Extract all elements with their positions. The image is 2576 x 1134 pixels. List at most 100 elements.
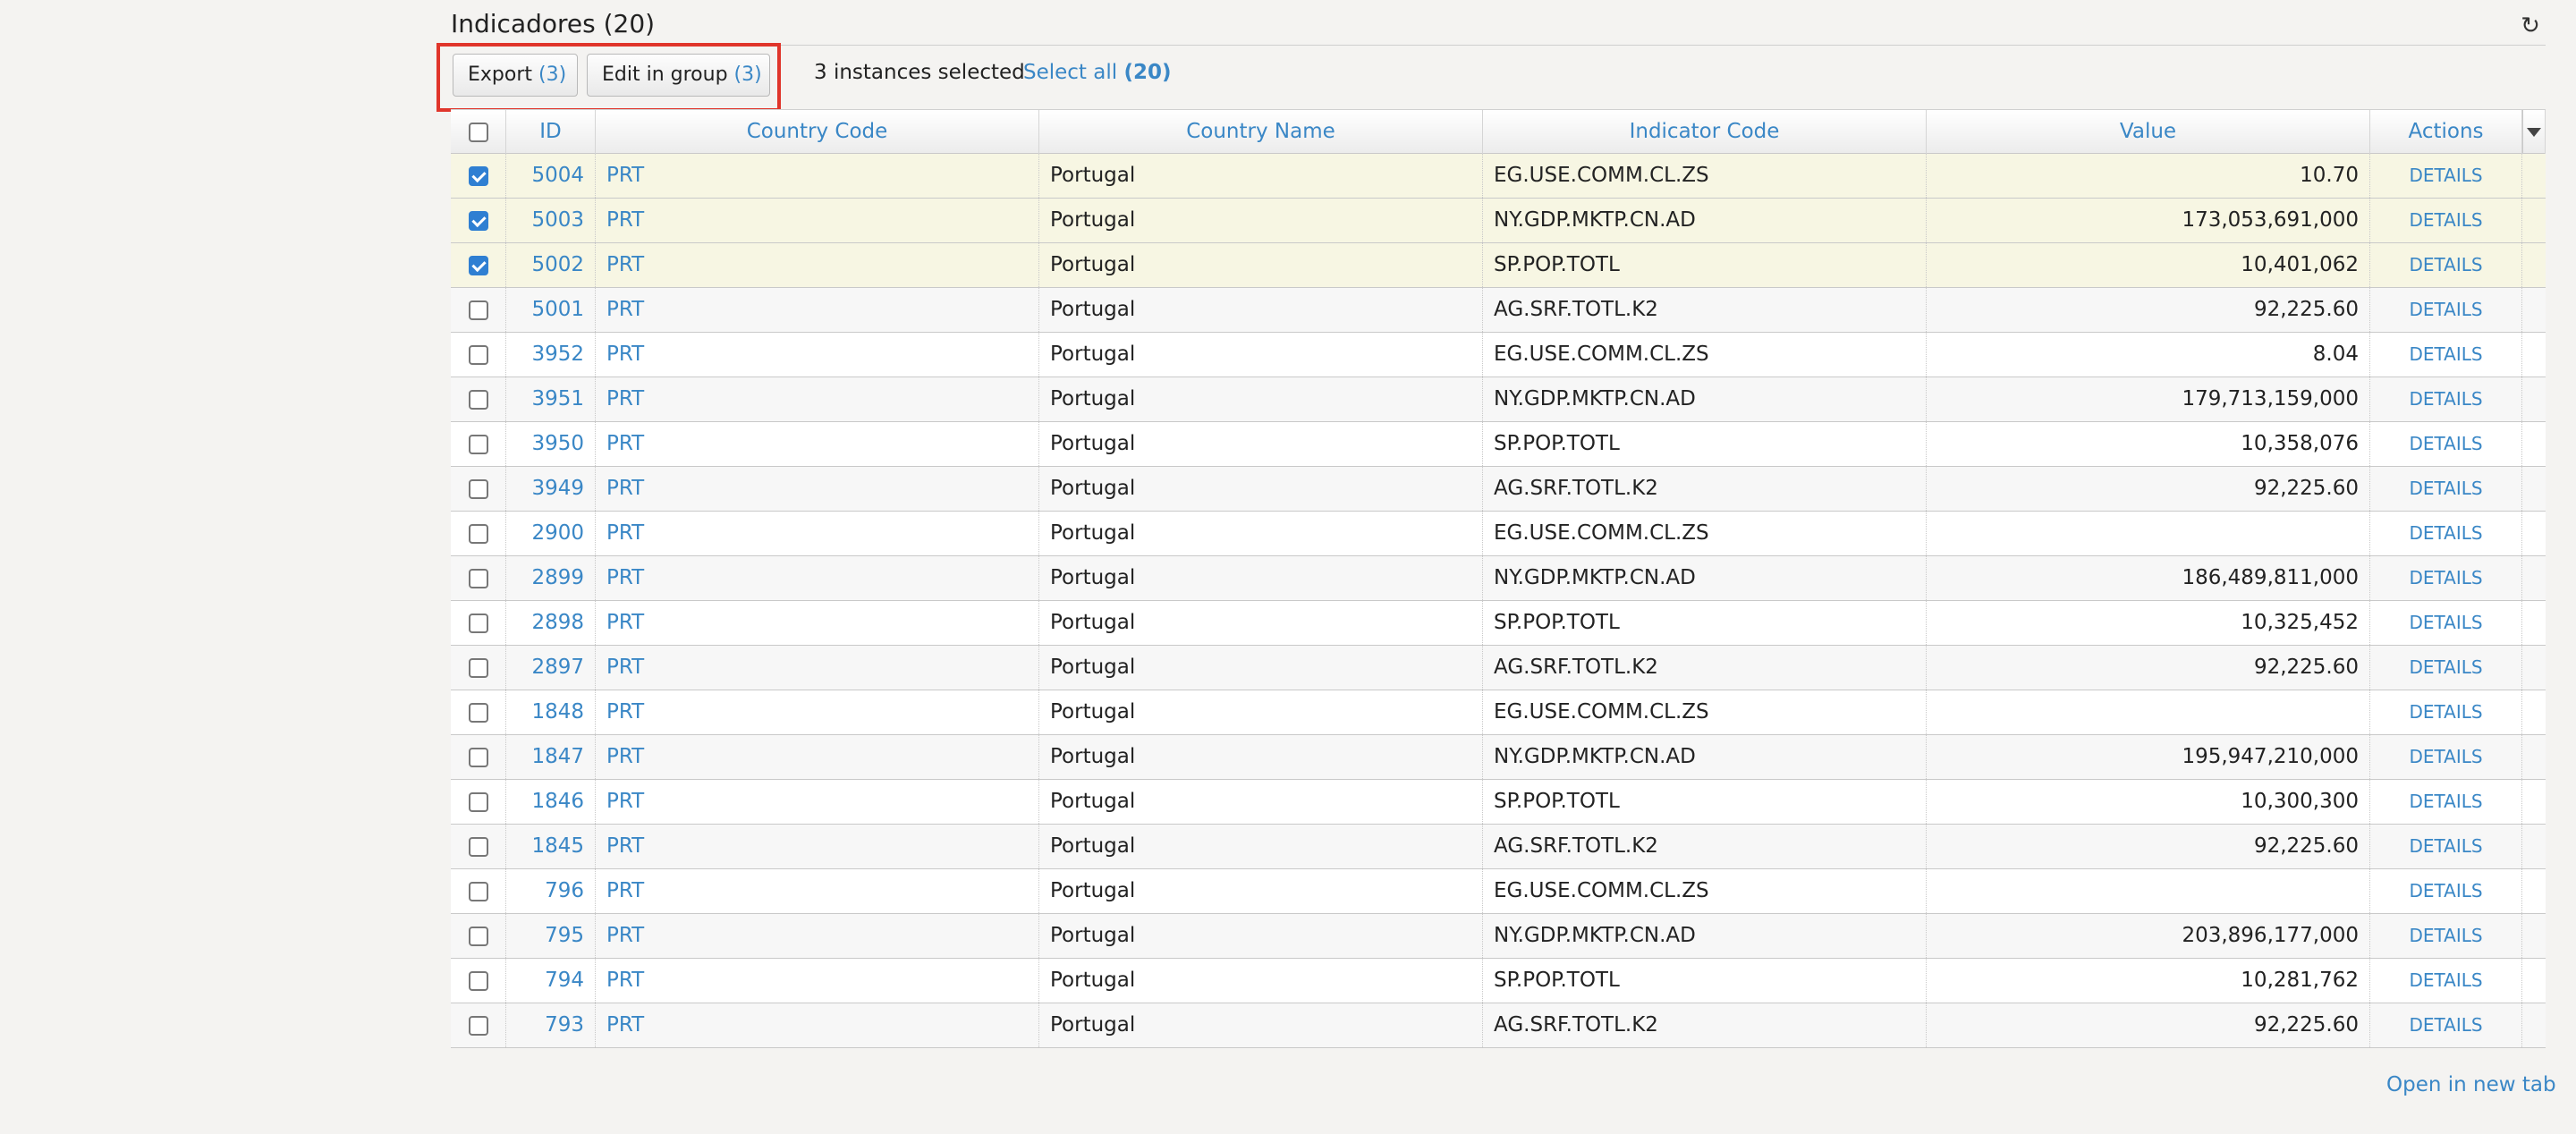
table-row[interactable]: 1848 PRT Portugal EG.USE.COMM.CL.ZS DETAILS — [451, 690, 2546, 735]
export-button[interactable]: Export (3) — [453, 54, 578, 97]
row-id-link[interactable]: 1846 — [506, 780, 596, 824]
row-checkbox[interactable] — [468, 1015, 488, 1036]
row-id-link[interactable]: 2897 — [506, 646, 596, 690]
row-country-code-link[interactable]: PRT — [596, 288, 1039, 332]
row-country-code-link[interactable]: PRT — [596, 601, 1039, 645]
row-checkbox[interactable] — [468, 657, 488, 678]
row-checkbox[interactable] — [468, 926, 488, 946]
row-details-link[interactable]: DETAILS — [2370, 154, 2522, 198]
row-details-link[interactable]: DETAILS — [2370, 646, 2522, 690]
row-details-link[interactable]: DETAILS — [2370, 780, 2522, 824]
row-details-link[interactable]: DETAILS — [2370, 422, 2522, 466]
table-row[interactable]: 794 PRT Portugal SP.POP.TOTL 10,281,762 DETAI… — [451, 959, 2546, 1003]
row-checkbox[interactable] — [468, 344, 488, 365]
row-id-link[interactable]: 5004 — [506, 154, 596, 198]
row-id-link[interactable]: 795 — [506, 914, 596, 958]
row-country-code-link[interactable]: PRT — [596, 154, 1039, 198]
row-id-link[interactable]: 2900 — [506, 512, 596, 555]
row-checkbox[interactable] — [468, 523, 488, 544]
row-checkbox[interactable] — [468, 478, 488, 499]
row-details-link[interactable]: DETAILS — [2370, 959, 2522, 1003]
row-country-code-link[interactable]: PRT — [596, 869, 1039, 913]
row-details-link[interactable]: DETAILS — [2370, 1003, 2522, 1047]
row-country-code-link[interactable]: PRT — [596, 422, 1039, 466]
row-checkbox[interactable] — [468, 791, 488, 812]
refresh-icon[interactable]: ↻ — [2519, 14, 2542, 38]
row-id-link[interactable]: 794 — [506, 959, 596, 1003]
row-country-code-link[interactable]: PRT — [596, 914, 1039, 958]
row-id-link[interactable]: 796 — [506, 869, 596, 913]
table-row[interactable]: 1846 PRT Portugal SP.POP.TOTL 10,300,300 DETA… — [451, 780, 2546, 825]
table-row[interactable]: 3949 PRT Portugal AG.SRF.TOTL.K2 92,225.60 DE… — [451, 467, 2546, 512]
table-row[interactable]: 3951 PRT Portugal NY.GDP.MKTP.CN.AD 179,713,… — [451, 377, 2546, 422]
row-country-code-link[interactable]: PRT — [596, 735, 1039, 779]
row-id-link[interactable]: 5001 — [506, 288, 596, 332]
row-checkbox[interactable] — [468, 613, 488, 633]
row-checkbox[interactable] — [468, 165, 488, 186]
row-country-code-link[interactable]: PRT — [596, 377, 1039, 421]
row-checkbox[interactable] — [468, 881, 488, 901]
row-id-link[interactable]: 3950 — [506, 422, 596, 466]
table-row[interactable]: 5001 PRT Portugal AG.SRF.TOTL.K2 92,225.60 DE… — [451, 288, 2546, 333]
row-id-link[interactable]: 5003 — [506, 199, 596, 242]
table-row[interactable]: 793 PRT Portugal AG.SRF.TOTL.K2 92,225.60 DET… — [451, 1003, 2546, 1048]
table-row[interactable]: 2897 PRT Portugal AG.SRF.TOTL.K2 92,225.60 DE… — [451, 646, 2546, 690]
table-row[interactable]: 1847 PRT Portugal NY.GDP.MKTP.CN.AD 195,947,… — [451, 735, 2546, 780]
table-row[interactable]: 2900 PRT Portugal EG.USE.COMM.CL.ZS DETAILS — [451, 512, 2546, 556]
row-id-link[interactable]: 1848 — [506, 690, 596, 734]
row-details-link[interactable]: DETAILS — [2370, 825, 2522, 868]
row-details-link[interactable]: DETAILS — [2370, 556, 2522, 600]
edit-in-group-button[interactable]: Edit in group (3) — [587, 54, 770, 97]
row-details-link[interactable]: DETAILS — [2370, 601, 2522, 645]
table-row[interactable]: 2899 PRT Portugal NY.GDP.MKTP.CN.AD 186,489,… — [451, 556, 2546, 601]
row-details-link[interactable]: DETAILS — [2370, 690, 2522, 734]
row-country-code-link[interactable]: PRT — [596, 333, 1039, 377]
column-header-country-name[interactable]: Country Name — [1039, 110, 1483, 154]
row-checkbox[interactable] — [468, 255, 488, 275]
row-details-link[interactable]: DETAILS — [2370, 467, 2522, 511]
row-country-code-link[interactable]: PRT — [596, 243, 1039, 287]
row-id-link[interactable]: 3952 — [506, 333, 596, 377]
row-checkbox[interactable] — [468, 300, 488, 320]
table-row[interactable]: 795 PRT Portugal NY.GDP.MKTP.CN.AD 203,896,1… — [451, 914, 2546, 959]
table-row[interactable]: 796 PRT Portugal EG.USE.COMM.CL.ZS DETAILS — [451, 869, 2546, 914]
row-id-link[interactable]: 2899 — [506, 556, 596, 600]
row-country-code-link[interactable]: PRT — [596, 646, 1039, 690]
row-id-link[interactable]: 3949 — [506, 467, 596, 511]
row-checkbox[interactable] — [468, 747, 488, 767]
row-details-link[interactable]: DETAILS — [2370, 288, 2522, 332]
open-in-new-tab-link[interactable]: Open in new tab — [2386, 1073, 2556, 1096]
row-country-code-link[interactable]: PRT — [596, 556, 1039, 600]
column-header-country-code[interactable]: Country Code — [596, 110, 1039, 154]
row-checkbox[interactable] — [468, 389, 488, 410]
row-details-link[interactable]: DETAILS — [2370, 869, 2522, 913]
row-checkbox[interactable] — [468, 210, 488, 231]
table-row[interactable]: 5003 PRT Portugal NY.GDP.MKTP.CN.AD 173,053,… — [451, 199, 2546, 243]
row-details-link[interactable]: DETAILS — [2370, 377, 2522, 421]
row-details-link[interactable]: DETAILS — [2370, 512, 2522, 555]
row-country-code-link[interactable]: PRT — [596, 690, 1039, 734]
table-row[interactable]: 5002 PRT Portugal SP.POP.TOTL 10,401,062 DETA… — [451, 243, 2546, 288]
row-country-code-link[interactable]: PRT — [596, 825, 1039, 868]
row-country-code-link[interactable]: PRT — [596, 780, 1039, 824]
row-country-code-link[interactable]: PRT — [596, 467, 1039, 511]
row-id-link[interactable]: 5002 — [506, 243, 596, 287]
row-country-code-link[interactable]: PRT — [596, 959, 1039, 1003]
row-id-link[interactable]: 2898 — [506, 601, 596, 645]
table-row[interactable]: 3950 PRT Portugal SP.POP.TOTL 10,358,076 DETA… — [451, 422, 2546, 467]
table-row[interactable]: 5004 PRT Portugal EG.USE.COMM.CL.ZS 10.70 DET… — [451, 154, 2546, 199]
row-checkbox[interactable] — [468, 434, 488, 454]
row-details-link[interactable]: DETAILS — [2370, 914, 2522, 958]
table-row[interactable]: 1845 PRT Portugal AG.SRF.TOTL.K2 92,225.60 DE… — [451, 825, 2546, 869]
row-id-link[interactable]: 793 — [506, 1003, 596, 1047]
row-id-link[interactable]: 1845 — [506, 825, 596, 868]
row-checkbox[interactable] — [468, 836, 488, 857]
row-details-link[interactable]: DETAILS — [2370, 333, 2522, 377]
table-row[interactable]: 2898 PRT Portugal SP.POP.TOTL 10,325,452 DETA… — [451, 601, 2546, 646]
column-header-id[interactable]: ID — [506, 110, 596, 154]
column-header-indicator-code[interactable]: Indicator Code — [1483, 110, 1927, 154]
row-country-code-link[interactable]: PRT — [596, 1003, 1039, 1047]
row-country-code-link[interactable]: PRT — [596, 512, 1039, 555]
table-row[interactable]: 3952 PRT Portugal EG.USE.COMM.CL.ZS 8.04 DETA… — [451, 333, 2546, 377]
row-details-link[interactable]: DETAILS — [2370, 243, 2522, 287]
